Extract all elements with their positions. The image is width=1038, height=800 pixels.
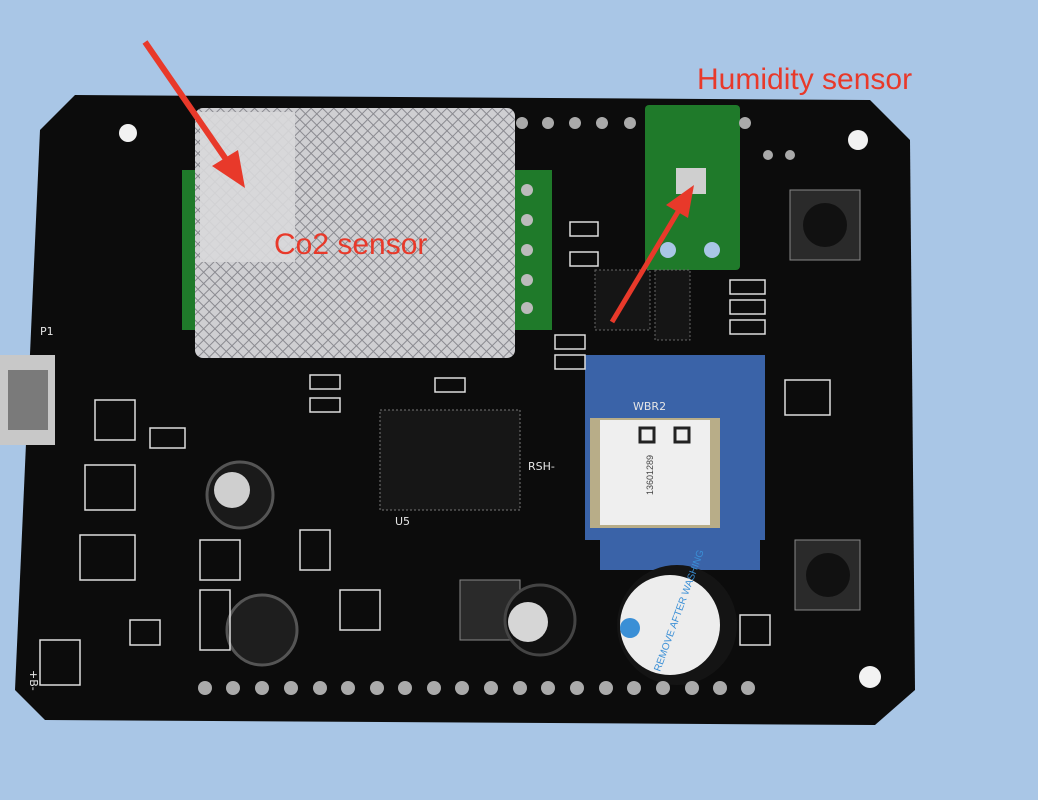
module-label: WBR2	[633, 400, 666, 413]
power-label: +B-	[27, 670, 40, 691]
co2-sensor-annotation: Co2 sensor	[274, 228, 428, 261]
module-code: 13601289	[645, 455, 655, 495]
port-label: P1	[40, 325, 54, 338]
chip-u5	[379, 409, 521, 511]
mount-hole	[119, 124, 137, 142]
mount-hole	[859, 666, 881, 688]
chip-label: U5	[395, 515, 410, 528]
inductor	[225, 593, 299, 667]
mount-hole	[848, 130, 868, 150]
board-name: RSH-	[528, 460, 555, 473]
humidity-sensor-annotation: Humidity sensor	[697, 63, 913, 96]
pcb-photo: WBR2 RSH- U5 P1 +B- 13601289 REMOVE AFTE…	[0, 40, 915, 725]
